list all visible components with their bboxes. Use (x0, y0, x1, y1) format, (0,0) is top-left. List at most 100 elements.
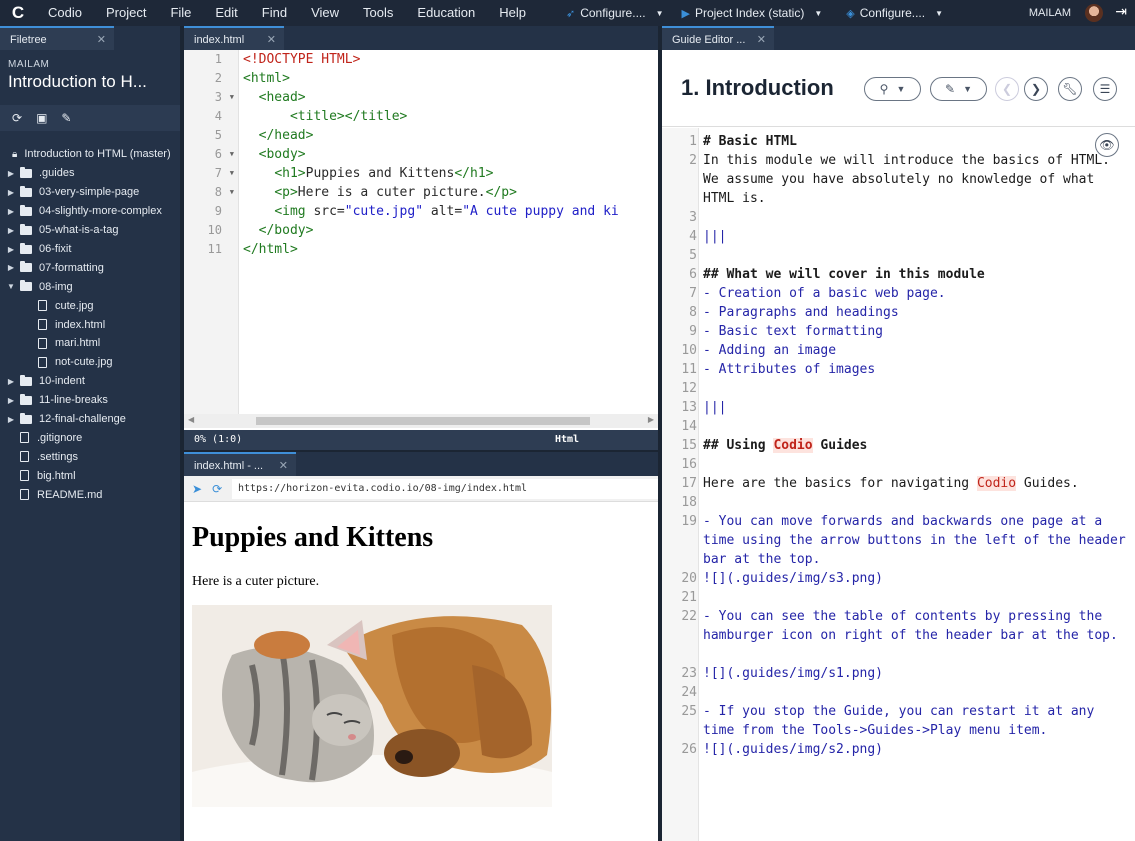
line-number: 9 (689, 324, 697, 339)
code-line: <html> (243, 69, 658, 88)
line-number: 16 (681, 457, 697, 472)
url-input[interactable]: https://horizon-evita.codio.io/08-img/in… (232, 479, 658, 499)
menu-item-education[interactable]: Education (405, 0, 487, 26)
refresh-icon[interactable]: ⟳ (12, 111, 22, 125)
close-icon[interactable]: ✕ (279, 454, 288, 478)
menu-item-help[interactable]: Help (487, 0, 538, 26)
caret-right-icon[interactable]: ▶ (6, 245, 16, 254)
reload-icon[interactable]: ⟳ (212, 482, 222, 496)
eye-icon[interactable]: 👁︎ (1095, 133, 1119, 157)
username[interactable]: MAILAM (1029, 0, 1071, 26)
fold-icon[interactable]: ▼ (230, 183, 234, 202)
tree-file[interactable]: cute.jpg (0, 296, 180, 315)
scroll-right-icon[interactable]: ▶ (648, 415, 654, 424)
file-icon (38, 300, 47, 312)
tree-file[interactable]: index.html (0, 315, 180, 334)
scroll-left-icon[interactable]: ◀ (188, 415, 194, 424)
caret-right-icon[interactable]: ▶ (6, 396, 16, 405)
preview-icon[interactable]: ▣ (36, 111, 47, 125)
scrollbar-thumb[interactable] (256, 417, 590, 425)
menu-item-file[interactable]: File (158, 0, 203, 26)
codio-logo-icon[interactable]: C (0, 0, 36, 26)
close-icon[interactable]: ✕ (757, 28, 766, 52)
horizontal-scrollbar[interactable]: ◀ ▶ (184, 414, 658, 428)
markdown-line: # Basic HTML (703, 134, 797, 149)
tree-item-label: README.md (37, 488, 103, 501)
folder-icon (20, 223, 32, 235)
code-area[interactable]: <!DOCTYPE HTML> <html> <head> <title></ti… (243, 50, 658, 259)
tab-preview[interactable]: index.html - ... ✕ (184, 452, 296, 476)
tree-root[interactable]: 🔒︎ Introduction to HTML (master) (12, 145, 171, 164)
tab-index-html[interactable]: index.html ✕ (184, 26, 284, 50)
tree-folder[interactable]: ▶ 11-line-breaks (0, 391, 180, 410)
edit-dropdown-button[interactable]: ✎ ▼ (930, 77, 987, 101)
run-button[interactable]: ◈ Configure.... ▼ (846, 6, 943, 20)
navigate-icon[interactable]: ➤ (192, 482, 202, 496)
close-icon[interactable]: ✕ (97, 28, 106, 52)
menu-item-find[interactable]: Find (250, 0, 299, 26)
highlighted-term: Codio (976, 476, 1017, 491)
user-dropdown-button[interactable]: ⚲ ▼ (864, 77, 921, 101)
tree-folder[interactable]: ▶ 06-fixit (0, 240, 180, 259)
caret-right-icon[interactable]: ▶ (6, 377, 16, 386)
chevron-left-icon: ❮ (1001, 82, 1013, 96)
tree-folder[interactable]: ▶ 03-very-simple-page (0, 183, 180, 202)
tree-file[interactable]: .gitignore (0, 428, 180, 447)
code-token: <head> (258, 90, 306, 105)
tree-folder[interactable]: ▶ 10-indent (0, 372, 180, 391)
close-icon[interactable]: ✕ (267, 28, 276, 52)
tree-folder[interactable]: ▶ .guides (0, 164, 180, 183)
caret-down-icon[interactable]: ▼ (6, 282, 16, 291)
syntax-mode[interactable]: Html (555, 430, 579, 450)
tree-file[interactable]: not-cute.jpg (0, 353, 180, 372)
tree-item-label: big.html (37, 469, 76, 482)
chevron-down-icon: ▼ (814, 8, 823, 18)
menu-item-codio[interactable]: Codio (36, 0, 94, 26)
preview-paragraph: Here is a cuter picture. (192, 574, 320, 589)
menu-item-edit[interactable]: Edit (203, 0, 249, 26)
caret-right-icon[interactable]: ▶ (6, 263, 16, 272)
main-menu: Codio Project File Edit Find View Tools Educati… (36, 0, 538, 26)
tree-file[interactable]: README.md (0, 485, 180, 504)
next-page-button[interactable]: ❯ (1024, 77, 1048, 101)
menu-item-project[interactable]: Project (94, 0, 158, 26)
tab-strip (296, 452, 658, 476)
fold-icon[interactable]: ▼ (230, 145, 234, 164)
caret-right-icon[interactable]: ▶ (6, 169, 16, 178)
tree-item-label: 12-final-challenge (39, 413, 126, 426)
line-number: 10 (681, 343, 697, 358)
fold-icon[interactable]: ▼ (230, 88, 234, 107)
tree-folder[interactable]: ▶ 05-what-is-a-tag (0, 221, 180, 240)
avatar[interactable] (1085, 4, 1103, 22)
line-number-text: 11 (207, 242, 222, 256)
cursor-position: 0% (1:0) (194, 434, 243, 445)
tree-file[interactable]: big.html (0, 466, 180, 485)
previous-page-button[interactable]: ❮ (995, 77, 1019, 101)
tree-file[interactable]: mari.html (0, 334, 180, 353)
tab-label: Filetree (10, 34, 47, 46)
line-number: 3 (689, 210, 697, 225)
fold-icon[interactable]: ▼ (230, 164, 234, 183)
caret-right-icon[interactable]: ▶ (6, 188, 16, 197)
tree-folder[interactable]: ▶ 12-final-challenge (0, 410, 180, 429)
tree-folder[interactable]: ▶ 07-formatting (0, 258, 180, 277)
highlighted-term: Codio (773, 438, 813, 453)
pencil-icon[interactable]: ✎ (61, 111, 71, 125)
tree-folder[interactable]: ▶ 04-slightly-more-complex (0, 202, 180, 221)
caret-right-icon[interactable]: ▶ (6, 415, 16, 424)
caret-right-icon[interactable]: ▶ (6, 226, 16, 235)
run-button[interactable]: ➶ Configure.... ▼ (566, 6, 664, 20)
tab-filetree[interactable]: Filetree ✕ (0, 26, 114, 50)
tree-file[interactable]: .settings (0, 447, 180, 466)
menu-item-view[interactable]: View (299, 0, 351, 26)
code-line: <p>Here is a cuter picture.</p> (243, 183, 658, 202)
menu-item-tools[interactable]: Tools (351, 0, 405, 26)
tree-folder[interactable]: ▼ 08-img (0, 277, 180, 296)
table-of-contents-button[interactable]: ☰ (1093, 77, 1117, 101)
caret-right-icon[interactable]: ▶ (6, 207, 16, 216)
tab-guide-editor[interactable]: Guide Editor ... ✕ (662, 26, 774, 50)
logout-icon[interactable]: ⇥ (1115, 3, 1127, 20)
run-button[interactable]: ▶ Project Index (static) ▼ (682, 6, 823, 20)
settings-button[interactable]: 🔧︎ (1058, 77, 1082, 101)
